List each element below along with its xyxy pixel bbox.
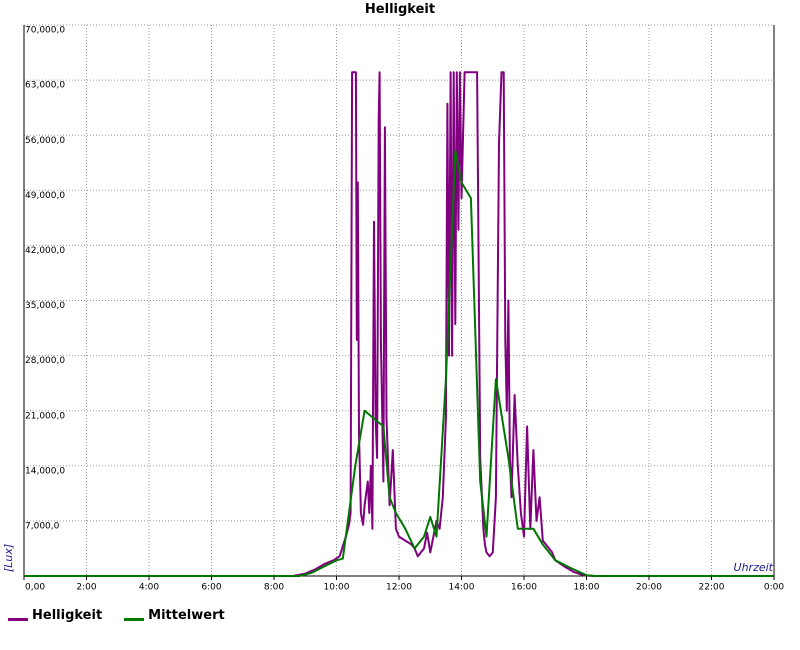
chart: Helligkeit 0,00 2:00 4:00 6:00 8:00 10:00 12:0… [2,2,784,593]
x-tick-label: 12:00 [386,583,412,593]
x-tick-label: 18:00 [574,583,600,593]
x-tick-label: 2:00 [76,583,96,593]
grid [24,24,774,576]
y-tick-label: 14,000,0 [25,466,65,476]
legend-swatch-helligkeit [8,618,28,621]
legend: Helligkeit Mittelwert [8,608,225,623]
chart-title: Helligkeit [365,2,435,17]
legend-item-mittelwert[interactable]: Mittelwert [124,608,225,623]
y-tick-label: 63,000,0 [25,81,65,91]
x-tick-label: 4:00 [139,583,159,593]
legend-label-helligkeit: Helligkeit [32,608,103,623]
y-tick-label: 35,000,0 [25,301,65,311]
x-tick-label: 6:00 [201,583,221,593]
y-tick-label: 49,000,0 [25,191,65,201]
x-tick-label: 0:00 [764,583,784,593]
y-axis-label: [Lux] [2,544,15,572]
y-tick-label: 70,000,0 [25,26,65,36]
y-tick-label: 21,000,0 [25,411,65,421]
series-layer [24,71,774,577]
legend-item-helligkeit[interactable]: Helligkeit [8,608,102,623]
x-axis-label: Uhrzeit [734,561,774,574]
x-tick-label: 14:00 [449,583,475,593]
x-tick-label: 22:00 [699,583,725,593]
x-tick-label: 20:00 [636,583,662,593]
legend-swatch-mittelwert [124,618,145,621]
x-tick-label: 0,00 [25,583,45,593]
x-tick-label: 8:00 [264,583,284,593]
series-line-helligkeit [24,71,774,577]
y-tick-label: 28,000,0 [25,356,65,366]
tick-layer: 0,00 2:00 4:00 6:00 8:00 10:00 12:00 14:00 16:00… [23,26,784,593]
x-tick-label: 10:00 [324,583,350,593]
legend-label-mittelwert: Mittelwert [148,608,225,623]
y-tick-label: 42,000,0 [25,246,65,256]
x-tick-label: 16:00 [511,583,537,593]
y-tick-label: 7,000,0 [25,521,60,531]
y-tick-label: 56,000,0 [25,136,65,146]
